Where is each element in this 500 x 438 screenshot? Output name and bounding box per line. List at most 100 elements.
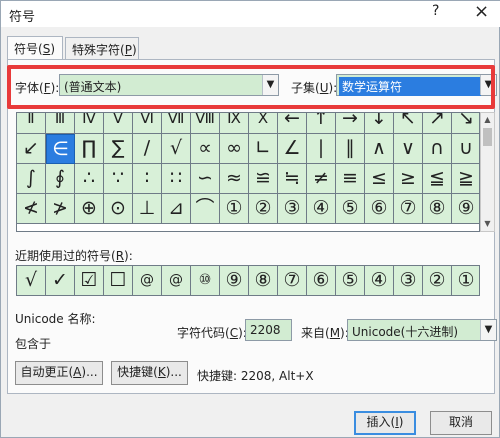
help-button[interactable]: ? [432, 3, 439, 19]
symbol-cell[interactable]: ≥ [394, 164, 423, 194]
autocorrect-button[interactable]: 自动更正(A)... [15, 361, 103, 385]
symbol-cell[interactable]: ⊕ [75, 194, 104, 224]
symbol-cell[interactable]: ③ [278, 194, 307, 224]
recent-symbol-cell[interactable]: ⑩ [191, 266, 220, 295]
symbol-cell[interactable]: ← [278, 113, 307, 134]
recent-symbol-cell[interactable]: ⑦ [278, 266, 307, 295]
chevron-down-icon[interactable]: ▼ [262, 75, 278, 95]
chevron-down-icon[interactable]: ▼ [480, 320, 496, 340]
symbol-cell[interactable]: ∩ [423, 134, 452, 164]
symbol-cell[interactable]: ⊥ [133, 194, 162, 224]
symbol-cell[interactable]: Ⅲ [46, 113, 75, 134]
symbol-cell[interactable]: Ⅱ [17, 113, 46, 134]
recent-symbol-cell[interactable]: ④ [365, 266, 394, 295]
symbol-cell[interactable]: ∷ [162, 164, 191, 194]
symbol-cell[interactable]: Ⅷ [191, 113, 220, 134]
symbol-cell[interactable]: Ⅵ [133, 113, 162, 134]
recent-symbol-cell[interactable]: ✓ [46, 266, 75, 295]
recent-symbol-cell[interactable]: ③ [394, 266, 423, 295]
symbol-cell[interactable]: ↑ [307, 113, 336, 134]
symbol-cell[interactable]: ∴ [75, 164, 104, 194]
symbol-cell[interactable]: ∟ [249, 134, 278, 164]
shortcut-key-button[interactable]: 快捷键(K)... [111, 361, 188, 385]
symbol-cell[interactable]: ≤ [365, 164, 394, 194]
recent-symbol-cell[interactable]: ⑨ [220, 266, 249, 295]
symbol-cell[interactable]: ≒ [278, 164, 307, 194]
from-select[interactable]: Unicode(十六进制) ▼ [347, 319, 497, 341]
symbol-cell[interactable]: ≦ [423, 164, 452, 194]
symbol-cell[interactable]: ∑ [104, 134, 133, 164]
recent-symbol-cell[interactable]: ① [452, 266, 479, 295]
recent-symbol-cell[interactable]: ⑥ [307, 266, 336, 295]
char-code-input[interactable]: 2208 [245, 319, 292, 341]
symbol-cell[interactable]: √ [162, 134, 191, 164]
recent-symbol-cell[interactable]: ☐ [104, 266, 133, 295]
font-select[interactable]: (普通文本) ▼ [59, 74, 279, 96]
symbol-cell[interactable]: ⊿ [162, 194, 191, 224]
recent-symbol-cell[interactable]: ⑤ [336, 266, 365, 295]
subset-select[interactable]: 数学运算符 ▼ [336, 74, 497, 96]
scroll-down-icon[interactable]: ▼ [481, 217, 494, 231]
symbol-cell[interactable]: ∞ [220, 134, 249, 164]
symbol-cell[interactable]: ∠ [278, 134, 307, 164]
symbol-cell[interactable]: ∵ [104, 164, 133, 194]
symbol-cell[interactable]: ∨ [394, 134, 423, 164]
symbol-cell[interactable]: Ⅴ [104, 113, 133, 134]
symbol-cell[interactable]: ≈ [220, 164, 249, 194]
symbol-cell[interactable]: ∽ [191, 164, 220, 194]
symbol-cell[interactable]: ⊙ [104, 194, 133, 224]
scroll-thumb[interactable] [483, 128, 492, 146]
symbol-cell[interactable]: ⑨ [452, 194, 479, 224]
symbol-cell[interactable]: ∝ [191, 134, 220, 164]
symbol-cell[interactable]: ∥ [336, 134, 365, 164]
symbol-cell[interactable]: ⑤ [336, 194, 365, 224]
symbol-cell[interactable]: ↓ [365, 113, 394, 134]
symbol-cell[interactable]: ↖ [394, 113, 423, 134]
symbol-cell[interactable]: ↘ [452, 113, 479, 134]
symbol-cell[interactable]: ≠ [307, 164, 336, 194]
symbol-cell[interactable]: ∫ [17, 164, 46, 194]
symbol-cell[interactable]: Ⅳ [75, 113, 104, 134]
cancel-button[interactable]: 取消 [430, 411, 492, 435]
symbol-cell[interactable]: ∪ [452, 134, 479, 164]
symbol-cell[interactable]: ∧ [365, 134, 394, 164]
recent-symbol-cell[interactable]: @ [133, 266, 162, 295]
tab-symbols[interactable]: 符号(S) [7, 36, 63, 60]
symbol-cell[interactable]: ≮ [17, 194, 46, 224]
symbol-cell[interactable]: ≧ [452, 164, 479, 194]
symbol-cell[interactable]: ≌ [249, 164, 278, 194]
recent-symbol-cell[interactable]: √ [17, 266, 46, 295]
recent-symbol-cell[interactable]: ② [423, 266, 452, 295]
symbol-cell[interactable]: ⑥ [365, 194, 394, 224]
close-button[interactable]: × [474, 1, 489, 22]
symbol-cell[interactable]: ≯ [46, 194, 75, 224]
symbol-cell[interactable]: ④ [307, 194, 336, 224]
symbol-cell[interactable]: ∣ [307, 134, 336, 164]
symbol-cell[interactable]: ⌒ [191, 194, 220, 224]
symbol-cell[interactable]: Ⅸ [220, 113, 249, 134]
recent-symbol-cell[interactable]: @ [162, 266, 191, 295]
symbol-cell[interactable]: ⑧ [423, 194, 452, 224]
symbol-cell[interactable]: ∏ [75, 134, 104, 164]
chevron-down-icon[interactable]: ▼ [480, 75, 496, 95]
symbol-cell[interactable]: ① [220, 194, 249, 224]
symbol-grid[interactable]: Ⅱ Ⅲ Ⅳ Ⅴ Ⅵ Ⅶ Ⅷ Ⅸ Ⅹ ← ↑ → ↓ ↖ ↗ ↘ ↙ ∈ ∏ ∑ ∕ √ ∝ ∞ ∟ ∠ ∣ ∥ ∧ ∨ ∩ ∪ ∫ ∮ ∴ ∵ ∶ ∷ ∽ ≈… [16, 112, 480, 232]
symbol-cell[interactable]: ⑦ [394, 194, 423, 224]
symbol-cell[interactable]: ↗ [423, 113, 452, 134]
symbol-cell[interactable]: ∮ [46, 164, 75, 194]
symbol-cell[interactable]: Ⅹ [249, 113, 278, 134]
recent-symbols-grid[interactable]: √ ✓ ☑ ☐ @ @ ⑩ ⑨ ⑧ ⑦ ⑥ ⑤ ④ ③ ② ① [16, 265, 480, 296]
insert-button[interactable]: 插入(I) [354, 411, 416, 435]
recent-symbol-cell[interactable]: ⑧ [249, 266, 278, 295]
symbol-cell[interactable]: ∶ [133, 164, 162, 194]
tab-special-characters[interactable]: 特殊字符(P) [65, 37, 139, 59]
scroll-up-icon[interactable]: ▲ [481, 113, 494, 127]
symbol-grid-scrollbar[interactable]: ▲ ▼ [480, 112, 495, 232]
symbol-cell[interactable]: ∈ [46, 134, 75, 164]
symbol-cell[interactable]: ② [249, 194, 278, 224]
symbol-cell[interactable]: ∕ [133, 134, 162, 164]
symbol-cell[interactable]: Ⅶ [162, 113, 191, 134]
symbol-cell[interactable]: ↙ [17, 134, 46, 164]
symbol-cell[interactable]: ≡ [336, 164, 365, 194]
recent-symbol-cell[interactable]: ☑ [75, 266, 104, 295]
